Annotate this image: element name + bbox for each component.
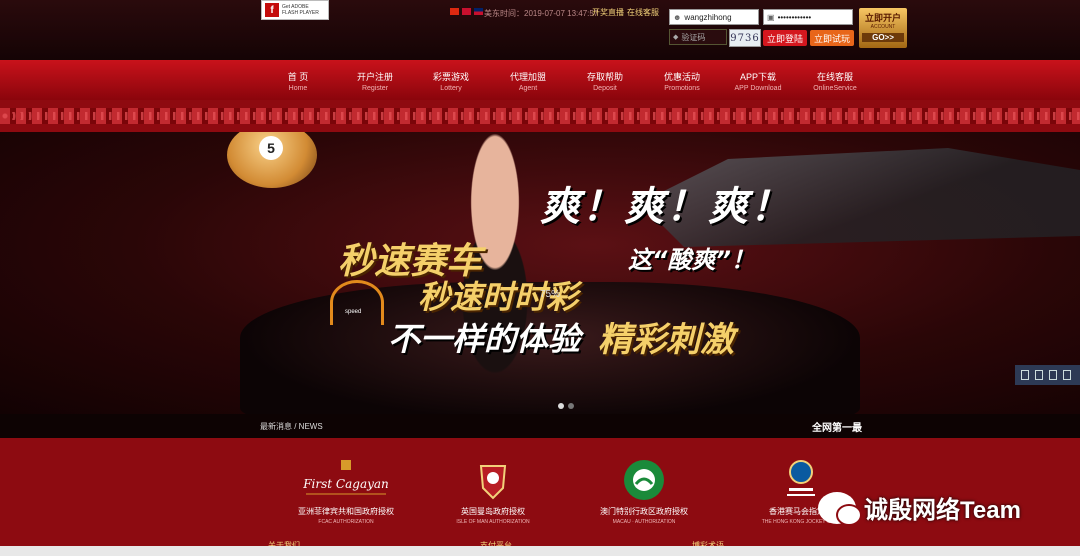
news-label: 最新消息 / NEWS: [260, 422, 323, 431]
username-value: wangzhihong: [684, 12, 732, 22]
edit-icon[interactable]: [1035, 370, 1043, 380]
news-marquee[interactable]: 全网第一最: [812, 419, 862, 434]
banner-suan-text: 这“酸爽”！: [628, 246, 755, 274]
flash-line2: FLASH PLAYER: [282, 10, 319, 16]
time-display: 美东时间：2019-07-07 13:47:57: [484, 9, 599, 18]
hero-banner[interactable]: 5 爽！爽！爽！ 这“酸爽”！ 秒速赛车 秒速时时彩 不一样的体验 精彩刺激 s…: [0, 132, 1080, 414]
decorative-border: [0, 100, 1080, 132]
live-draw-link[interactable]: 开奖直播: [592, 7, 624, 18]
auth-en-3: MACAU · AUTHORIZATION: [612, 519, 676, 525]
auth-en-1: FCAC AUTHORIZATION: [318, 519, 374, 525]
vn-flag-icon[interactable]: [462, 8, 471, 15]
main-nav: 首 页 Home 开户注册 Register 彩票游戏 Lottery 代理加盟 Age…: [0, 60, 1080, 100]
first-cagayan-logo: First Cagayan: [281, 458, 411, 502]
auth-zh-2: 英国曼岛政府授权: [461, 507, 525, 516]
speedometer-icon: speed: [330, 280, 384, 325]
speed-label: speed: [345, 309, 362, 315]
open-account-sub: ACCOUNT: [870, 24, 896, 30]
online-service-link[interactable]: 在线客服: [627, 7, 659, 18]
open-account-title: 立即开户: [864, 13, 901, 23]
banner-shuang-text: 爽！爽！爽！: [540, 184, 792, 230]
macau-emblem: [579, 458, 709, 502]
svg-text:First Cagayan: First Cagayan: [302, 477, 389, 491]
banner-percent: 75%: [540, 289, 561, 300]
password-value: ••••••••••••: [777, 12, 812, 22]
wechat-icon: [818, 491, 862, 526]
top-bar: f Get ADOBE FLASH PLAYER 美东时间：2019-07-07…: [0, 0, 1080, 60]
banner-exp-white: 不一样的体验: [388, 320, 581, 358]
auth-en-2: ISLE OF MAN AUTHORIZATION: [456, 519, 530, 525]
carousel-dot-1[interactable]: [558, 403, 564, 409]
bottom-strip: [0, 546, 1080, 556]
nav-online-service[interactable]: 在线客服 OnlineService: [790, 70, 880, 92]
auth-zh-1: 亚洲菲律宾共和国政府授权: [298, 507, 394, 516]
lock-icon: ▣: [767, 12, 775, 22]
login-button[interactable]: 立即登陆: [763, 30, 807, 46]
en-flag-icon[interactable]: [474, 8, 483, 15]
isle-of-man-crest: [428, 458, 558, 502]
carousel-dots: [558, 403, 574, 409]
wechat-watermark: 诚殷网络Team: [818, 490, 1021, 526]
trial-button[interactable]: 立即试玩: [810, 30, 854, 46]
auth-item-philippines: First Cagayan 亚洲菲律宾共和国政府授权 FCAC AUTHORIZ…: [281, 458, 411, 525]
captcha-placeholder: 验证码: [681, 32, 706, 42]
banner-exp-gold: 精彩刺激: [598, 320, 734, 360]
share-icon[interactable]: [1063, 370, 1071, 380]
flash-player-badge[interactable]: f Get ADOBE FLASH PLAYER: [261, 0, 329, 20]
captcha-image[interactable]: 9736: [729, 29, 761, 47]
language-flags: [450, 8, 483, 15]
cn-flag-icon[interactable]: [450, 8, 459, 15]
ball-number: 5: [259, 136, 283, 160]
captcha-input[interactable]: ◆ 验证码: [669, 29, 727, 45]
side-toolbar: [1015, 365, 1080, 385]
username-input[interactable]: ☻ wangzhihong: [669, 9, 759, 25]
news-bar: 最新消息 / NEWS 全网第一最: [0, 414, 1080, 438]
save-icon[interactable]: [1049, 370, 1057, 380]
auth-item-isle-of-man: 英国曼岛政府授权 ISLE OF MAN AUTHORIZATION: [428, 458, 558, 525]
open-account-go: GO>>: [862, 33, 904, 42]
password-input[interactable]: ▣ ••••••••••••: [763, 9, 853, 25]
open-account-button[interactable]: 立即开户 ACCOUNT GO>>: [859, 8, 907, 48]
key-icon: ◆: [673, 34, 679, 41]
auth-item-macau: 澳门特别行政区政府授权 MACAU · AUTHORIZATION: [579, 458, 709, 525]
flash-icon: f: [265, 3, 279, 17]
user-icon: ☻: [673, 12, 682, 22]
lottery-ball: 5: [227, 132, 317, 188]
doc-icon[interactable]: [1021, 370, 1029, 380]
watermark-text: 诚殷网络Team: [864, 497, 1021, 524]
carousel-dot-2[interactable]: [568, 403, 574, 409]
auth-zh-3: 澳门特别行政区政府授权: [600, 507, 688, 516]
